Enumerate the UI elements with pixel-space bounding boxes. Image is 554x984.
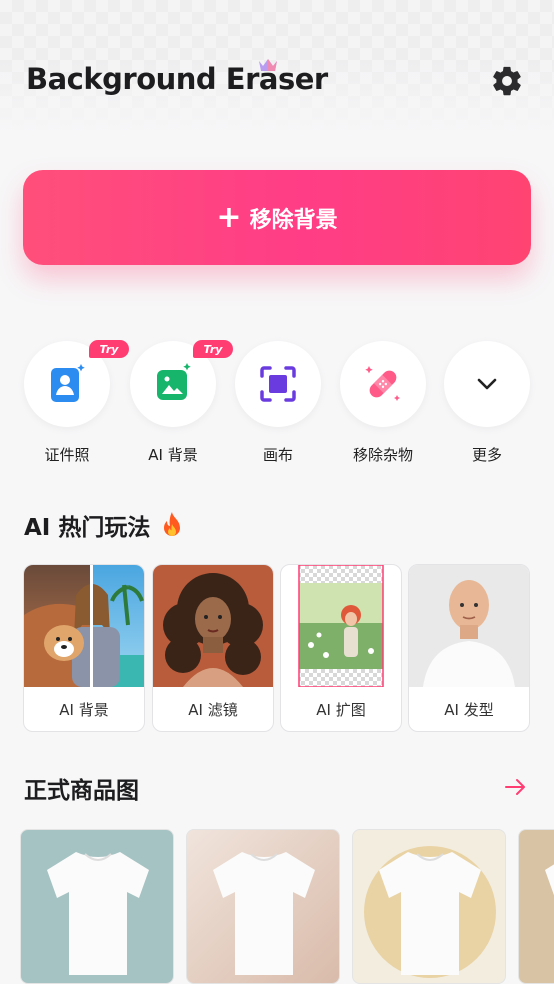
- tool-remove-objects[interactable]: 移除杂物: [339, 340, 427, 470]
- tool-more-label: 更多: [471, 446, 502, 464]
- remove-background-button[interactable]: + 移除背景: [23, 170, 531, 265]
- ai-section-title-text: AI 热门玩法: [24, 515, 151, 541]
- canvas-icon: [260, 366, 296, 402]
- ai-card-background-image: [24, 565, 144, 687]
- ai-card-hairstyle[interactable]: AI 发型: [408, 564, 530, 732]
- app-title: Background Eraser: [26, 62, 328, 96]
- ai-card-filter-image: [153, 565, 273, 687]
- tool-id-photo[interactable]: Try 证件照: [23, 340, 129, 470]
- id-photo-icon: [51, 364, 85, 402]
- ai-card-hairstyle-caption: AI 发型: [444, 700, 494, 719]
- tshirt-image: [364, 846, 496, 978]
- arrow-right-icon[interactable]: [504, 776, 528, 798]
- tshirt-image: [545, 864, 554, 896]
- tool-remove-objects-circle[interactable]: [340, 341, 426, 427]
- product-card[interactable]: [518, 829, 554, 984]
- remove-background-label: 移除背景: [249, 207, 338, 233]
- tshirt-image: [47, 852, 149, 975]
- plus-icon: +: [216, 199, 242, 235]
- tool-ai-background-label: AI 背景: [148, 446, 198, 464]
- ai-card-expand-image: [298, 565, 384, 687]
- tool-canvas[interactable]: 画布: [234, 340, 322, 470]
- chevron-down-icon: [477, 378, 497, 390]
- ai-background-icon: [157, 363, 191, 400]
- product-card[interactable]: [352, 829, 506, 984]
- tool-canvas-circle[interactable]: [235, 341, 321, 427]
- gear-icon[interactable]: [490, 64, 524, 98]
- tshirt-image: [213, 852, 315, 975]
- tool-canvas-label: 画布: [262, 446, 293, 464]
- tool-id-photo-label: 证件照: [44, 446, 90, 464]
- product-carousel: [20, 829, 554, 984]
- ai-card-background[interactable]: AI 背景: [23, 564, 145, 732]
- product-card[interactable]: [186, 829, 340, 984]
- tool-ai-background[interactable]: Try AI 背景: [129, 340, 233, 470]
- tool-more-circle[interactable]: [444, 341, 530, 427]
- ai-card-filter[interactable]: AI 滤镜: [152, 564, 274, 732]
- ai-cards: AI 背景 AI 滤镜 AI 扩图 AI 发型: [23, 564, 533, 732]
- ai-card-filter-caption: AI 滤镜: [188, 700, 238, 719]
- tool-remove-objects-label: 移除杂物: [352, 446, 413, 464]
- bandage-icon: [365, 366, 400, 401]
- tool-more[interactable]: 更多: [443, 340, 531, 470]
- fire-icon: [164, 512, 180, 536]
- try-badge: Try: [193, 340, 233, 358]
- try-badge: Try: [89, 340, 129, 358]
- ai-card-expand-caption: AI 扩图: [316, 700, 366, 719]
- product-card[interactable]: [20, 829, 174, 984]
- ai-section-title: AI 热门玩法: [24, 508, 150, 542]
- crown-icon: [259, 59, 277, 71]
- ai-card-expand[interactable]: AI 扩图: [280, 564, 402, 732]
- app-header: Background Eraser: [26, 56, 536, 106]
- ai-card-hairstyle-image: [409, 565, 529, 687]
- product-section-title: 正式商品图: [24, 778, 139, 804]
- ai-card-background-caption: AI 背景: [59, 700, 109, 719]
- tools-row: Try 证件照 Try AI 背景 画布 移除杂物 更多: [23, 340, 533, 470]
